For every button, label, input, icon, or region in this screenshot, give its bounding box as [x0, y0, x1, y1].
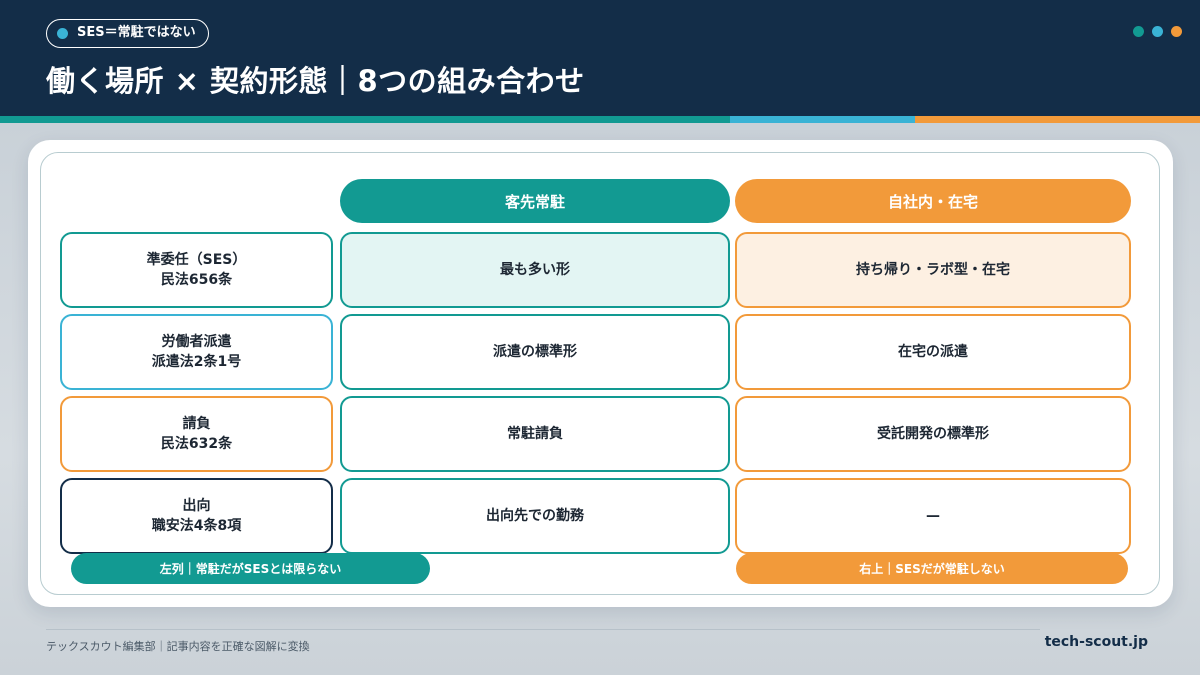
footer-site: tech-scout.jp	[1044, 634, 1148, 650]
dot-blue-icon	[1152, 26, 1163, 37]
page-title: 働く場所 × 契約形態｜8つの組み合わせ	[46, 64, 585, 98]
row-law: 民法656条	[160, 272, 233, 288]
cell-text: —	[926, 508, 940, 524]
row-law: 民法632条	[160, 436, 233, 452]
cell-dispatch-inhouse: 在宅の派遣	[735, 314, 1131, 390]
row-header-secondment: 出向 職安法4条8項	[60, 478, 333, 554]
cell-text: 常駐請負	[507, 426, 563, 442]
note-left-column: 左列｜常駐だがSESとは限らない	[71, 553, 430, 584]
row-law: 職安法4条8項	[151, 518, 242, 534]
header-tag-text: SES＝常駐ではない	[77, 25, 196, 40]
row-law: 派遣法2条1号	[151, 354, 242, 370]
cell-text: 最も多い形	[500, 262, 570, 278]
cell-ses-inhouse: 持ち帰り・ラボ型・在宅	[735, 232, 1131, 308]
stripe-orange	[915, 116, 1200, 123]
row-header-contract: 請負 民法632条	[60, 396, 333, 472]
cell-secondment-onsite: 出向先での勤務	[340, 478, 730, 554]
cell-dispatch-onsite: 派遣の標準形	[340, 314, 730, 390]
footer-credit: テックスカウト編集部｜記事内容を正確な図解に変換	[46, 640, 310, 653]
row-header-dispatch: 労働者派遣 派遣法2条1号	[60, 314, 333, 390]
cell-text: 派遣の標準形	[493, 344, 577, 360]
cell-text: 在宅の派遣	[898, 344, 968, 360]
dot-orange-icon	[1171, 26, 1182, 37]
cell-ses-onsite: 最も多い形	[340, 232, 730, 308]
header-bar: SES＝常駐ではない 働く場所 × 契約形態｜8つの組み合わせ	[0, 0, 1200, 116]
cell-contract-onsite: 常駐請負	[340, 396, 730, 472]
cell-text: 受託開発の標準形	[877, 426, 989, 442]
row-label: 準委任（SES）	[146, 252, 247, 268]
row-header-ses: 準委任（SES） 民法656条	[60, 232, 333, 308]
row-label: 出向	[182, 498, 211, 514]
note-top-right: 右上｜SESだが常駐しない	[736, 553, 1128, 584]
stripe-teal	[0, 116, 730, 123]
footer-divider	[46, 629, 1040, 630]
stripe-blue	[730, 116, 915, 123]
header-tag: SES＝常駐ではない	[46, 19, 209, 48]
row-label: 労働者派遣	[161, 334, 232, 350]
cell-secondment-inhouse: —	[735, 478, 1131, 554]
cell-text: 持ち帰り・ラボ型・在宅	[856, 262, 1010, 278]
decorative-dots	[1133, 26, 1182, 37]
header-accent-stripe	[0, 116, 1200, 123]
tag-dot-icon	[57, 28, 68, 39]
dot-teal-icon	[1133, 26, 1144, 37]
column-header-inhouse: 自社内・在宅	[735, 179, 1131, 223]
row-label: 請負	[182, 416, 211, 432]
column-header-onsite: 客先常駐	[340, 179, 730, 223]
cell-text: 出向先での勤務	[486, 508, 584, 524]
cell-contract-inhouse: 受託開発の標準形	[735, 396, 1131, 472]
